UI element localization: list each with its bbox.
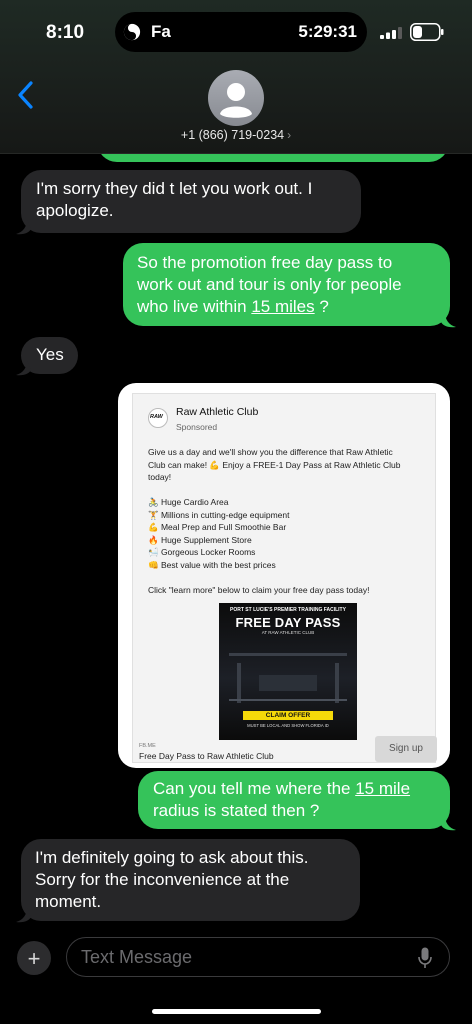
promo-image: PORT ST LUCIE'S PREMIER TRAINING FACILIT… bbox=[219, 603, 357, 740]
ad-body: Give us a day and we'll show you the dif… bbox=[148, 446, 428, 596]
message-line: I'm definitely going to ask about this. bbox=[35, 848, 309, 867]
message-bubble-outgoing[interactable]: So the promotion free day pass to work o… bbox=[123, 243, 450, 326]
chevron-left-icon[interactable] bbox=[14, 80, 38, 110]
message-text: who live within bbox=[137, 297, 252, 316]
ad-line: Give us a day and we'll show you the dif… bbox=[148, 447, 393, 457]
ad-line: 💪 Meal Prep and Full Smoothie Bar bbox=[148, 522, 287, 532]
bubble-tail bbox=[441, 815, 456, 831]
ad-line: 🚴 Huge Cardio Area bbox=[148, 497, 229, 507]
link-title: Free Day Pass to Raw Athletic Club bbox=[139, 751, 274, 761]
contact-number: +1 (866) 719-0234 bbox=[180, 128, 285, 142]
message-text: Can you tell me where the bbox=[153, 779, 356, 798]
message-line: who live within 15 miles ? bbox=[137, 296, 402, 318]
ad-line: 🔥 Huge Supplement Store bbox=[148, 534, 252, 545]
club-name: Raw Athletic Club bbox=[176, 406, 259, 418]
ad-line: today! bbox=[148, 472, 172, 482]
ad-line: Club can make! 💪 Enjoy a FREE-1 Day Pass… bbox=[148, 459, 401, 470]
ad-line: 🛀 Gorgeous Locker Rooms bbox=[148, 547, 256, 557]
contact-name[interactable]: +1 (866) 719-0234 › bbox=[0, 128, 472, 142]
chevron-right-icon: › bbox=[287, 128, 292, 142]
bubble-tail bbox=[16, 219, 31, 235]
sign-up-button: Sign up bbox=[375, 736, 437, 762]
home-indicator bbox=[152, 1009, 321, 1014]
message-input[interactable]: Text Message bbox=[66, 937, 450, 977]
link-domain: FB.ME bbox=[139, 743, 156, 749]
promo-bottom-line: MUST BE LOCAL AND SHOW FLORIDA ID bbox=[247, 723, 329, 728]
message-line: radius is stated then ? bbox=[153, 801, 320, 820]
person-icon[interactable] bbox=[208, 70, 264, 126]
club-logo: RAW bbox=[148, 408, 168, 428]
ad-line bbox=[148, 571, 428, 584]
yin-yang-icon bbox=[123, 23, 141, 41]
message-line: So the promotion free day pass to bbox=[137, 253, 393, 272]
sponsored-label: Sponsored bbox=[176, 422, 218, 432]
message-bubble-outgoing[interactable]: Can you tell me where the 15 mile radius… bbox=[138, 771, 450, 829]
ad-link-preview[interactable]: RAW Raw Athletic Club Sponsored Give us … bbox=[118, 383, 450, 768]
microphone-icon[interactable] bbox=[418, 947, 432, 969]
distance-link[interactable]: 15 mile bbox=[355, 779, 410, 798]
island-label: Fa bbox=[151, 22, 171, 41]
ad-line: Click "learn more" below to claim your f… bbox=[148, 584, 370, 595]
cellular-signal-icon bbox=[380, 27, 402, 39]
bubble-tail bbox=[16, 907, 31, 923]
message-text: ? bbox=[314, 297, 329, 316]
ad-line: 🏋 Millions in cutting-edge equipment bbox=[148, 509, 290, 520]
status-time: 8:10 bbox=[46, 22, 85, 43]
message-bubble-incoming[interactable]: I'm sorry they did t let you work out. I… bbox=[21, 170, 361, 233]
plus-icon[interactable]: + bbox=[17, 941, 51, 975]
island-timer: 5:29:31 bbox=[298, 22, 357, 41]
message-line: Can you tell me where the 15 mile bbox=[153, 778, 410, 800]
promo-subline: AT RAW ATHLETIC CLUB bbox=[261, 630, 315, 635]
message-text: Yes bbox=[36, 345, 64, 364]
conversation-header: 8:10 Fa 5:29:31 +1 (866) 719-0234 › bbox=[0, 0, 472, 154]
bubble-tail bbox=[441, 312, 456, 328]
promo-headline: FREE DAY PASS bbox=[235, 615, 341, 630]
claim-offer-button: CLAIM OFFER bbox=[243, 711, 333, 720]
distance-link[interactable]: 15 miles bbox=[251, 297, 314, 316]
battery-icon bbox=[410, 23, 444, 41]
bubble-tail bbox=[16, 360, 31, 376]
message-line: work out and tour is only for people bbox=[137, 275, 402, 294]
message-bubble-incoming[interactable]: I'm definitely going to ask about this. … bbox=[21, 839, 360, 921]
promo-top-line: PORT ST LUCIE'S PREMIER TRAINING FACILIT… bbox=[230, 607, 346, 613]
ad-line: 👊 Best value with the best prices bbox=[148, 559, 276, 570]
message-line: apologize. bbox=[36, 201, 114, 220]
dynamic-island[interactable]: Fa 5:29:31 bbox=[115, 12, 367, 52]
message-placeholder: Text Message bbox=[81, 947, 193, 967]
message-line: Sorry for the inconvenience at the bbox=[35, 870, 290, 889]
message-line: moment. bbox=[35, 892, 102, 911]
facebook-ad-screenshot: RAW Raw Athletic Club Sponsored Give us … bbox=[132, 393, 437, 763]
ad-line bbox=[148, 484, 428, 497]
message-line: I'm sorry they did t let you work out. I bbox=[36, 179, 313, 198]
link-footer: FB.ME Free Day Pass to Raw Athletic Club… bbox=[133, 736, 437, 763]
